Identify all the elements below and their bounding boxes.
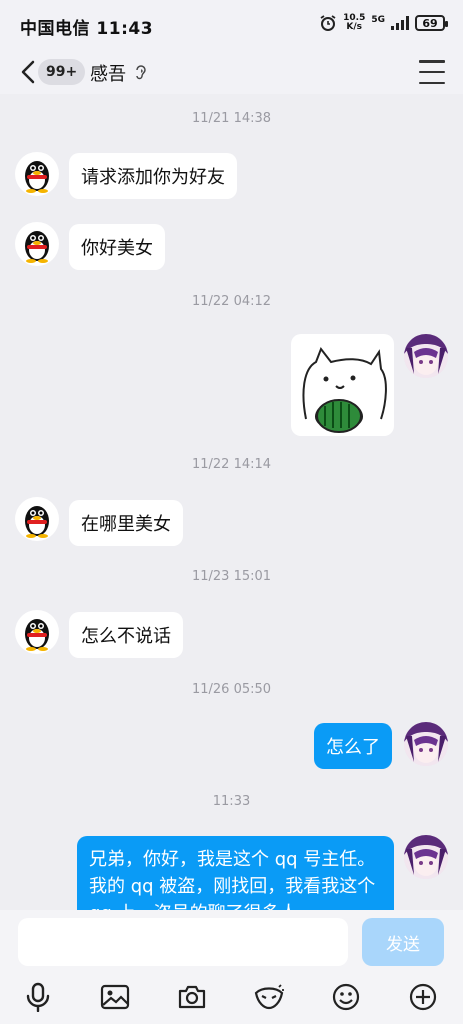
carrier-label: 中国电信: [20, 19, 90, 39]
penguin-avatar[interactable]: [15, 222, 59, 266]
message-bubble[interactable]: 在哪里美女: [69, 500, 183, 546]
camera-button[interactable]: [175, 980, 209, 1014]
timestamp: 11/21 14:38: [191, 111, 272, 126]
earpiece-icon: [136, 65, 146, 80]
signal-icon: [391, 16, 409, 30]
timestamp: 11:33: [212, 794, 251, 809]
anime-avatar-icon: [404, 722, 448, 766]
red-packet-button[interactable]: [252, 980, 286, 1014]
message-bubble[interactable]: 请求添加你为好友: [69, 153, 237, 199]
alarm-icon: [320, 15, 336, 31]
user-avatar[interactable]: [404, 722, 448, 766]
anime-avatar-icon: [404, 334, 448, 378]
more-button[interactable]: [406, 980, 440, 1014]
composer: 发送: [0, 910, 463, 1024]
chat-header: 99+ 感吾: [0, 50, 463, 94]
smiley-icon: [332, 983, 360, 1011]
network-type: 5G: [371, 15, 385, 25]
plus-circle-icon: [409, 983, 437, 1011]
status-bar: 中国电信 11:43 10.5 K/s 5G 69: [0, 0, 463, 50]
anime-avatar-icon: [404, 835, 448, 879]
message-bubble[interactable]: 怎么不说话: [69, 612, 183, 658]
penguin-icon: [25, 231, 49, 263]
camera-icon: [178, 985, 206, 1009]
message-input[interactable]: [18, 918, 348, 966]
emoji-button[interactable]: [329, 980, 363, 1014]
message-bubble[interactable]: 你好美女: [69, 224, 165, 270]
clock: 11:43: [96, 19, 154, 39]
penguin-avatar[interactable]: [15, 497, 59, 541]
penguin-icon: [25, 619, 49, 651]
contact-name[interactable]: 感吾: [90, 60, 126, 86]
cat-sticker-icon: [302, 346, 387, 433]
status-icons: 10.5 K/s 5G 69: [319, 13, 448, 32]
send-button[interactable]: 发送: [362, 918, 444, 966]
chevron-left-icon: [21, 60, 35, 84]
image-icon: [100, 984, 130, 1010]
timestamp: 11/22 14:14: [191, 457, 272, 472]
menu-button[interactable]: [419, 60, 445, 84]
gallery-button[interactable]: [98, 980, 132, 1014]
timestamp: 11/23 15:01: [191, 569, 272, 584]
sticker-image[interactable]: [291, 334, 394, 436]
penguin-avatar[interactable]: [15, 152, 59, 196]
unread-badge[interactable]: 99+: [38, 59, 86, 85]
battery-icon: 69: [415, 15, 448, 31]
microphone-icon: [26, 982, 50, 1012]
user-avatar[interactable]: [404, 835, 448, 879]
message-bubble-outgoing[interactable]: 怎么了: [314, 723, 392, 769]
network-speed: 10.5 K/s: [343, 13, 366, 32]
penguin-avatar[interactable]: [15, 610, 59, 654]
voice-button[interactable]: [21, 980, 55, 1014]
timestamp: 11/22 04:12: [191, 294, 272, 309]
penguin-icon: [25, 506, 49, 538]
penguin-icon: [25, 161, 49, 193]
timestamp: 11/26 05:50: [191, 682, 272, 697]
mask-icon: [254, 984, 284, 1010]
user-avatar[interactable]: [404, 334, 448, 378]
composer-toolbar: [0, 974, 463, 1020]
carrier-time: 中国电信 11:43: [20, 14, 153, 39]
